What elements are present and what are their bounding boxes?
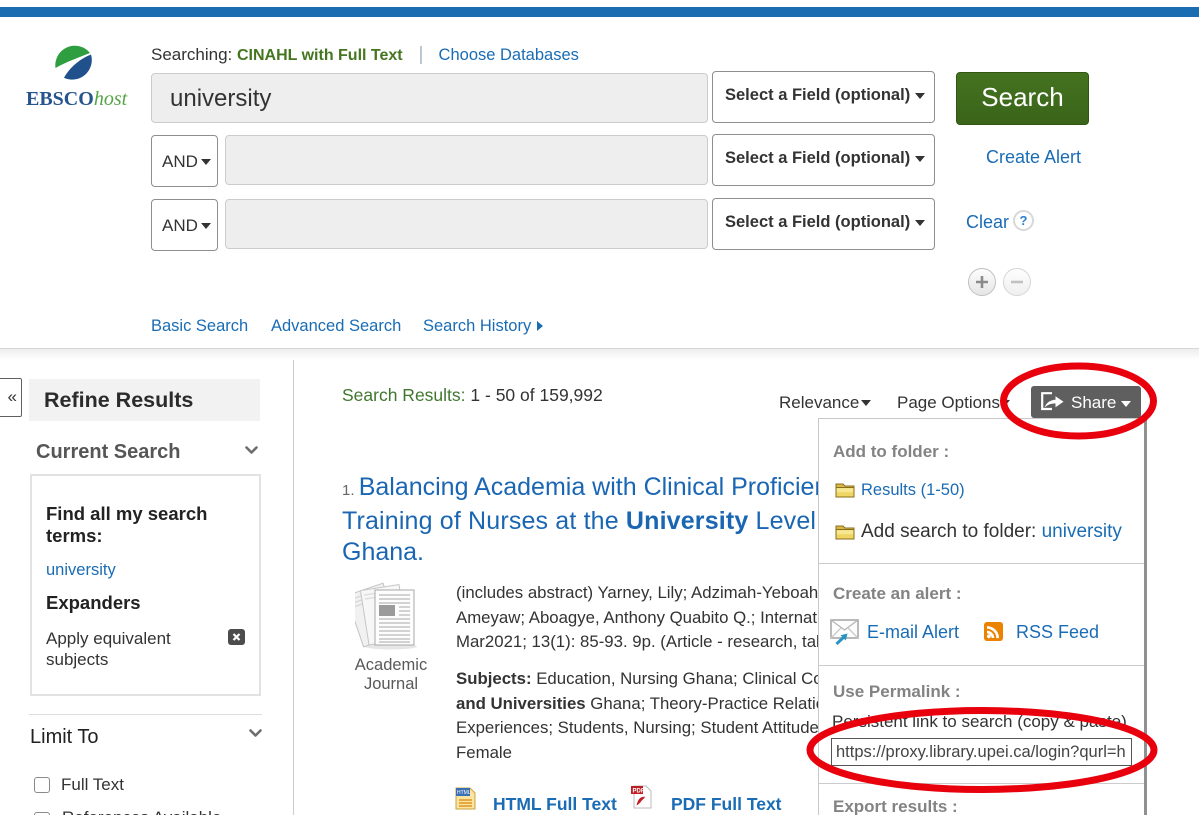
svg-text:PDF: PDF bbox=[633, 789, 645, 795]
svg-text:HTML: HTML bbox=[457, 790, 471, 796]
